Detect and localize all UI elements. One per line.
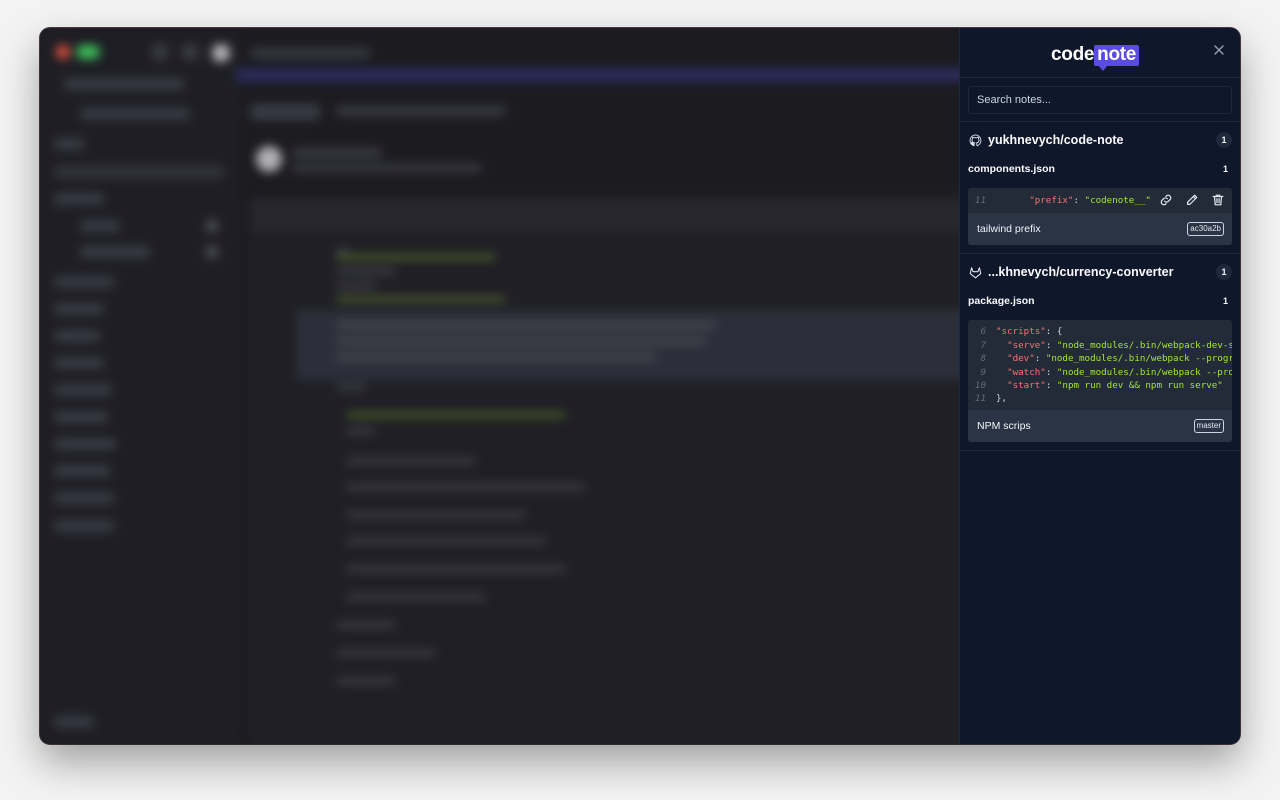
code-string: "npm run dev && npm run serve" bbox=[1056, 379, 1223, 391]
code-string: "node_modules/.bin/webpack --progr bbox=[1045, 353, 1232, 365]
app-window: codenote yukhnevych/code-note 1 componen… bbox=[40, 28, 1240, 744]
repo-header[interactable]: ...khnevych/currency-converter 1 bbox=[968, 254, 1232, 290]
code-line: 11}, bbox=[968, 392, 1232, 405]
line-number: 8 bbox=[980, 353, 986, 365]
close-icon[interactable] bbox=[1212, 44, 1226, 58]
background-sidebar bbox=[40, 28, 236, 744]
logo-text-note: note bbox=[1094, 44, 1140, 71]
search-input[interactable] bbox=[968, 86, 1232, 114]
logo-text-code: code bbox=[1051, 44, 1095, 65]
note-title: tailwind prefix bbox=[977, 223, 1041, 236]
file-note-count: 1 bbox=[1222, 164, 1228, 174]
code-snippet: 6 "scripts": { 7 "serve": "node_modules/.… bbox=[968, 320, 1232, 410]
repo-section: yukhnevych/code-note 1 components.json 1… bbox=[960, 122, 1240, 255]
repo-section: ...khnevych/currency-converter 1 package… bbox=[960, 254, 1240, 451]
code-key: "serve" bbox=[1007, 339, 1046, 351]
code-key: "prefix" bbox=[1029, 195, 1074, 206]
search-bar bbox=[960, 78, 1240, 122]
code-string: "codenote__" bbox=[1084, 195, 1151, 206]
link-icon[interactable] bbox=[1158, 192, 1174, 208]
code-string: "node_modules/.bin/webpack-dev-s bbox=[1056, 339, 1232, 351]
repo-header[interactable]: yukhnevych/code-note 1 bbox=[968, 122, 1232, 158]
commit-ref-badge: ac30a2b bbox=[1187, 222, 1224, 237]
note-card: 6 "scripts": { 7 "serve": "node_modules/.… bbox=[968, 320, 1232, 442]
code-snippet: 11 "prefix": "codenote__" bbox=[968, 188, 1232, 214]
branch-ref-badge: master bbox=[1193, 418, 1224, 433]
code-key: "start" bbox=[1007, 379, 1046, 391]
code-line: 8 "dev": "node_modules/.bin/webpack --pr… bbox=[968, 352, 1232, 365]
gitlab-icon bbox=[968, 265, 982, 279]
repo-name: ...khnevych/currency-converter bbox=[988, 265, 1174, 280]
file-note-count: 1 bbox=[1222, 296, 1228, 307]
code-line: 6 "scripts": { bbox=[968, 325, 1232, 338]
line-number: 7 bbox=[980, 339, 986, 351]
line-number: 10 bbox=[974, 379, 986, 391]
line-number: 9 bbox=[980, 366, 986, 378]
file-name: components.json bbox=[968, 163, 1055, 175]
line-number: 11 bbox=[974, 195, 986, 206]
repo-name: yukhnevych/code-note bbox=[988, 133, 1124, 147]
trash-icon[interactable] bbox=[1210, 192, 1226, 208]
window-controls bbox=[56, 45, 100, 59]
code-key: "dev" bbox=[1007, 353, 1035, 365]
note-footer[interactable]: NPM scrips master bbox=[968, 409, 1232, 442]
note-actions bbox=[1154, 192, 1226, 208]
file-header[interactable]: package.json 1 bbox=[968, 290, 1232, 312]
note-footer[interactable]: tailwind prefix ac30a2b bbox=[968, 213, 1232, 246]
note-card: 11 "prefix": "codenote__" tailwind prefi… bbox=[968, 188, 1232, 246]
line-number: 11 bbox=[974, 393, 986, 405]
code-line: 7 "serve": "node_modules/.bin/webpack-de… bbox=[968, 339, 1232, 352]
code-string: "node_modules/.bin/webpack --pro bbox=[1056, 366, 1232, 378]
file-name: package.json bbox=[968, 295, 1035, 308]
code-line: 10 "start": "npm run dev && npm run serv… bbox=[968, 379, 1232, 392]
line-number: 6 bbox=[980, 326, 986, 338]
code-key: "watch" bbox=[1007, 366, 1046, 378]
github-icon bbox=[968, 133, 982, 147]
pencil-icon[interactable] bbox=[1184, 192, 1200, 208]
repo-note-count: 1 bbox=[1216, 132, 1232, 148]
code-line: 9 "watch": "node_modules/.bin/webpack --… bbox=[968, 366, 1232, 379]
code-key: "scripts" bbox=[996, 326, 1046, 338]
file-header[interactable]: components.json 1 bbox=[968, 158, 1232, 180]
panel-header: code note bbox=[960, 28, 1240, 78]
codenote-panel: codenote yukhnevych/code-note 1 componen… bbox=[959, 28, 1240, 744]
codenote-logo: code note bbox=[1051, 44, 1140, 71]
background-toolbar-icons bbox=[152, 44, 230, 62]
repo-note-count: 1 bbox=[1216, 264, 1232, 281]
note-title: NPM scrips bbox=[977, 419, 1031, 432]
